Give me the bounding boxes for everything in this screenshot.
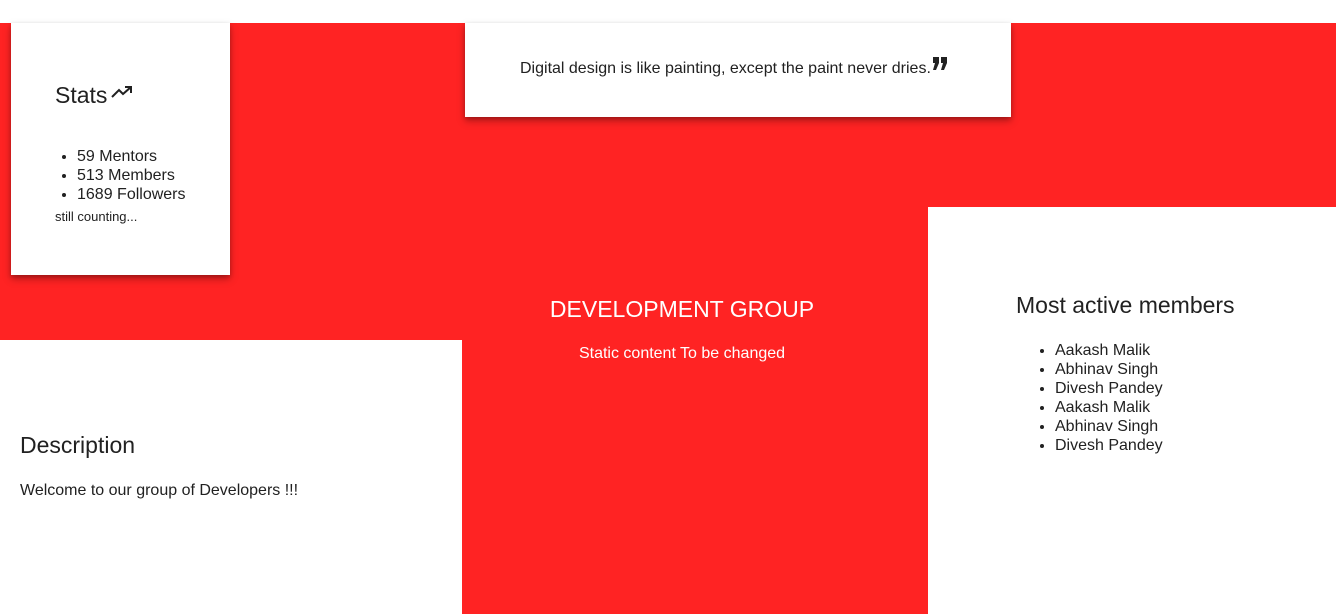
stats-item-members: 513 Members [77,166,186,185]
group-subtitle: Static content To be changed [578,345,786,362]
page: Stats 59 Mentors 513 Members 1689 Follow… [0,0,1336,614]
stats-item-mentors: 59 Mentors [77,147,186,166]
member-item: Divesh Pandey [1055,379,1163,398]
member-item: Aakash Malik [1055,341,1163,360]
members-list: Aakash Malik Abhinav Singh Divesh Pandey… [1033,341,1163,455]
members-title: Most active members [1016,292,1235,318]
quote-card: Digital design is like painting, except … [465,23,1011,117]
stats-note: still counting... [55,209,138,224]
stats-heading: Stats [55,78,133,109]
quote-text: Digital design is like painting, except … [520,60,931,77]
member-item: Abhinav Singh [1055,360,1163,379]
format-quote-icon [932,57,948,75]
stats-card: Stats 59 Mentors 513 Members 1689 Follow… [11,23,230,275]
stats-title: Stats [55,82,108,108]
stats-item-followers: 1689 Followers [77,185,186,204]
group-title: DEVELOPMENT GROUP [549,296,815,322]
member-item: Divesh Pandey [1055,436,1163,455]
description-title: Description [20,432,136,458]
trending-up-icon [111,78,133,105]
member-item: Abhinav Singh [1055,417,1163,436]
description-card: Description Welcome to our group of Deve… [0,340,462,614]
description-text: Welcome to our group of Developers !!! [20,482,299,499]
members-card: Most active members Aakash Malik Abhinav… [928,207,1336,614]
member-item: Aakash Malik [1055,398,1163,417]
stats-list: 59 Mentors 513 Members 1689 Followers [55,147,186,204]
